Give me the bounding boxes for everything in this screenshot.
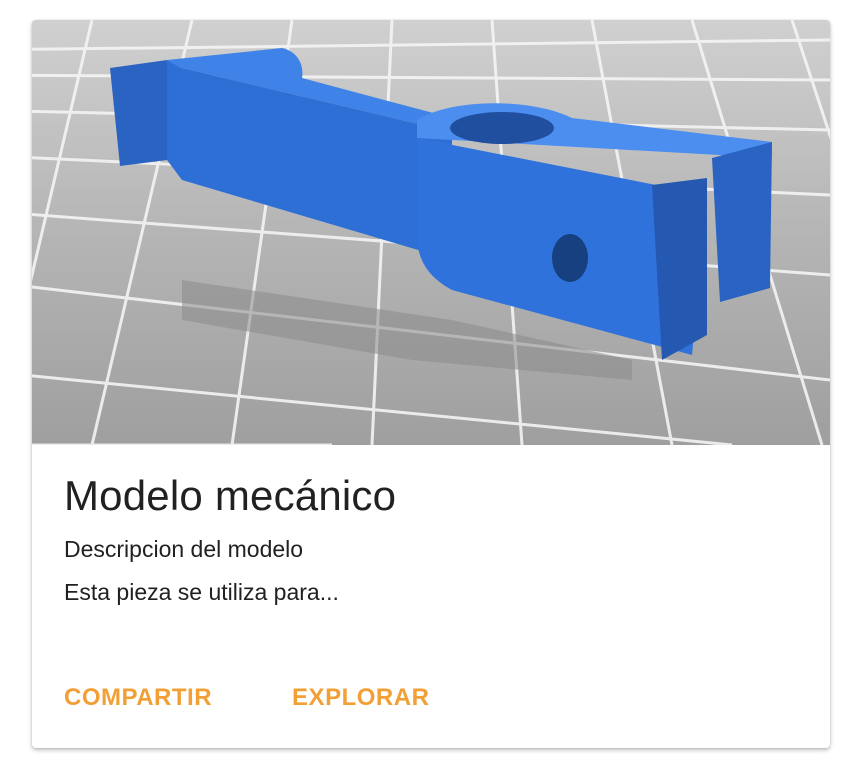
card-content: Modelo mecánico Descripcion del modelo E…: [64, 472, 806, 607]
explore-button[interactable]: EXPLORAR: [292, 678, 429, 718]
model-card: Modelo mecánico Descripcion del modelo E…: [32, 20, 830, 748]
model-image: [32, 20, 830, 445]
card-description: Esta pieza se utiliza para...: [64, 579, 339, 605]
share-button[interactable]: COMPARTIR: [64, 678, 212, 718]
card-subtitle: Descripcion del modelo: [64, 536, 304, 562]
card-title: Modelo mecánico: [64, 472, 397, 519]
card-actions: COMPARTIR EXPLORAR: [64, 678, 429, 718]
